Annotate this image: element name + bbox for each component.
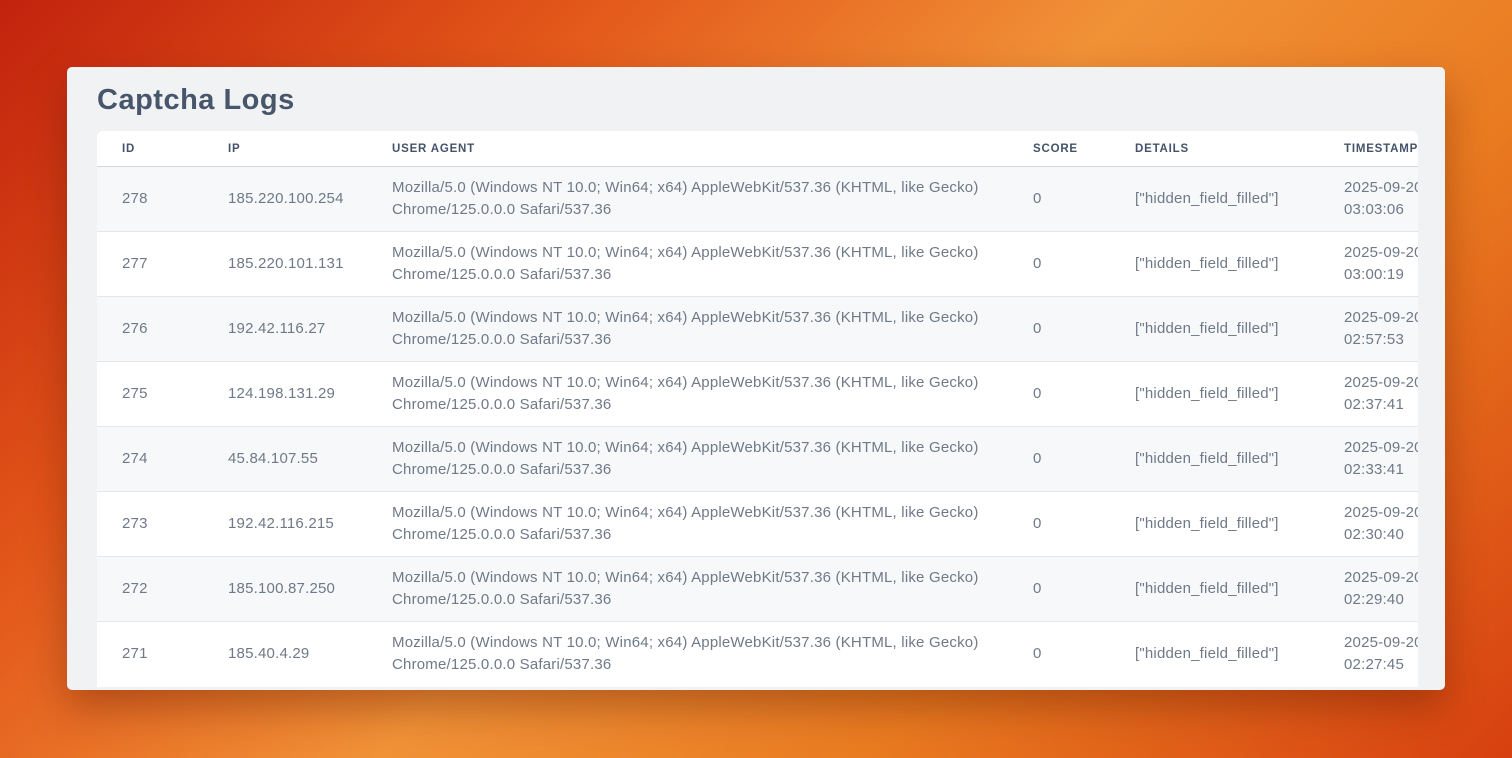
table-row: 27445.84.107.55Mozilla/5.0 (Windows NT 1…: [97, 427, 1418, 492]
table-row: 273192.42.116.215Mozilla/5.0 (Windows NT…: [97, 492, 1418, 557]
table-row: 272185.100.87.250Mozilla/5.0 (Windows NT…: [97, 557, 1418, 622]
table-row: 278185.220.100.254Mozilla/5.0 (Windows N…: [97, 167, 1418, 232]
cell-ts: 2025-09-20 03:00:19: [1344, 232, 1418, 297]
cell-id: 272: [97, 557, 228, 622]
column-header-details: DETAILS: [1135, 131, 1344, 167]
cell-ip: 185.220.101.131: [228, 232, 392, 297]
cell-ua: Mozilla/5.0 (Windows NT 10.0; Win64; x64…: [392, 492, 1033, 557]
cell-ts: 2025-09-20 02:29:40: [1344, 557, 1418, 622]
cell-ts: 2025-09-20 02:27:45: [1344, 622, 1418, 687]
cell-details: ["hidden_field_filled"]: [1135, 557, 1344, 622]
cell-score: 0: [1033, 232, 1135, 297]
captcha-logs-table: IDIPUSER AGENTSCOREDETAILSTIMESTAMP 2781…: [97, 131, 1418, 687]
column-header-id: ID: [97, 131, 228, 167]
cell-id: 278: [97, 167, 228, 232]
cell-ip: 185.100.87.250: [228, 557, 392, 622]
table-row: 276192.42.116.27Mozilla/5.0 (Windows NT …: [97, 297, 1418, 362]
table-body: 278185.220.100.254Mozilla/5.0 (Windows N…: [97, 167, 1418, 687]
cell-ts: 2025-09-20 03:03:06: [1344, 167, 1418, 232]
cell-ua: Mozilla/5.0 (Windows NT 10.0; Win64; x64…: [392, 167, 1033, 232]
cell-ip: 192.42.116.27: [228, 297, 392, 362]
captcha-logs-card: Captcha Logs IDIPUSER AGENTSCOREDETAILST…: [67, 67, 1445, 690]
cell-id: 273: [97, 492, 228, 557]
cell-ua: Mozilla/5.0 (Windows NT 10.0; Win64; x64…: [392, 557, 1033, 622]
column-header-score: SCORE: [1033, 131, 1135, 167]
column-header-ua: USER AGENT: [392, 131, 1033, 167]
table-row: 275124.198.131.29Mozilla/5.0 (Windows NT…: [97, 362, 1418, 427]
cell-ip: 185.220.100.254: [228, 167, 392, 232]
cell-ip: 45.84.107.55: [228, 427, 392, 492]
table-row: 271185.40.4.29Mozilla/5.0 (Windows NT 10…: [97, 622, 1418, 687]
cell-id: 275: [97, 362, 228, 427]
cell-details: ["hidden_field_filled"]: [1135, 622, 1344, 687]
cell-ts: 2025-09-20 02:57:53: [1344, 297, 1418, 362]
cell-details: ["hidden_field_filled"]: [1135, 167, 1344, 232]
cell-ts: 2025-09-20 02:33:41: [1344, 427, 1418, 492]
cell-details: ["hidden_field_filled"]: [1135, 492, 1344, 557]
cell-details: ["hidden_field_filled"]: [1135, 362, 1344, 427]
cell-score: 0: [1033, 362, 1135, 427]
cell-ip: 124.198.131.29: [228, 362, 392, 427]
cell-score: 0: [1033, 557, 1135, 622]
cell-ts: 2025-09-20 02:30:40: [1344, 492, 1418, 557]
cell-id: 276: [97, 297, 228, 362]
cell-id: 274: [97, 427, 228, 492]
table-row: 277185.220.101.131Mozilla/5.0 (Windows N…: [97, 232, 1418, 297]
cell-id: 271: [97, 622, 228, 687]
cell-score: 0: [1033, 492, 1135, 557]
cell-ip: 192.42.116.215: [228, 492, 392, 557]
cell-ua: Mozilla/5.0 (Windows NT 10.0; Win64; x64…: [392, 362, 1033, 427]
cell-ua: Mozilla/5.0 (Windows NT 10.0; Win64; x64…: [392, 232, 1033, 297]
column-header-ts: TIMESTAMP: [1344, 131, 1418, 167]
page-title: Captcha Logs: [67, 67, 1445, 131]
logs-table-container: IDIPUSER AGENTSCOREDETAILSTIMESTAMP 2781…: [97, 131, 1418, 687]
cell-details: ["hidden_field_filled"]: [1135, 427, 1344, 492]
cell-score: 0: [1033, 622, 1135, 687]
cell-ts: 2025-09-20 02:37:41: [1344, 362, 1418, 427]
cell-score: 0: [1033, 297, 1135, 362]
cell-id: 277: [97, 232, 228, 297]
cell-score: 0: [1033, 427, 1135, 492]
cell-ip: 185.40.4.29: [228, 622, 392, 687]
cell-ua: Mozilla/5.0 (Windows NT 10.0; Win64; x64…: [392, 622, 1033, 687]
page-background: Captcha Logs IDIPUSER AGENTSCOREDETAILST…: [0, 0, 1512, 758]
cell-ua: Mozilla/5.0 (Windows NT 10.0; Win64; x64…: [392, 427, 1033, 492]
cell-ua: Mozilla/5.0 (Windows NT 10.0; Win64; x64…: [392, 297, 1033, 362]
cell-details: ["hidden_field_filled"]: [1135, 232, 1344, 297]
column-header-ip: IP: [228, 131, 392, 167]
cell-score: 0: [1033, 167, 1135, 232]
table-header-row: IDIPUSER AGENTSCOREDETAILSTIMESTAMP: [97, 131, 1418, 167]
cell-details: ["hidden_field_filled"]: [1135, 297, 1344, 362]
